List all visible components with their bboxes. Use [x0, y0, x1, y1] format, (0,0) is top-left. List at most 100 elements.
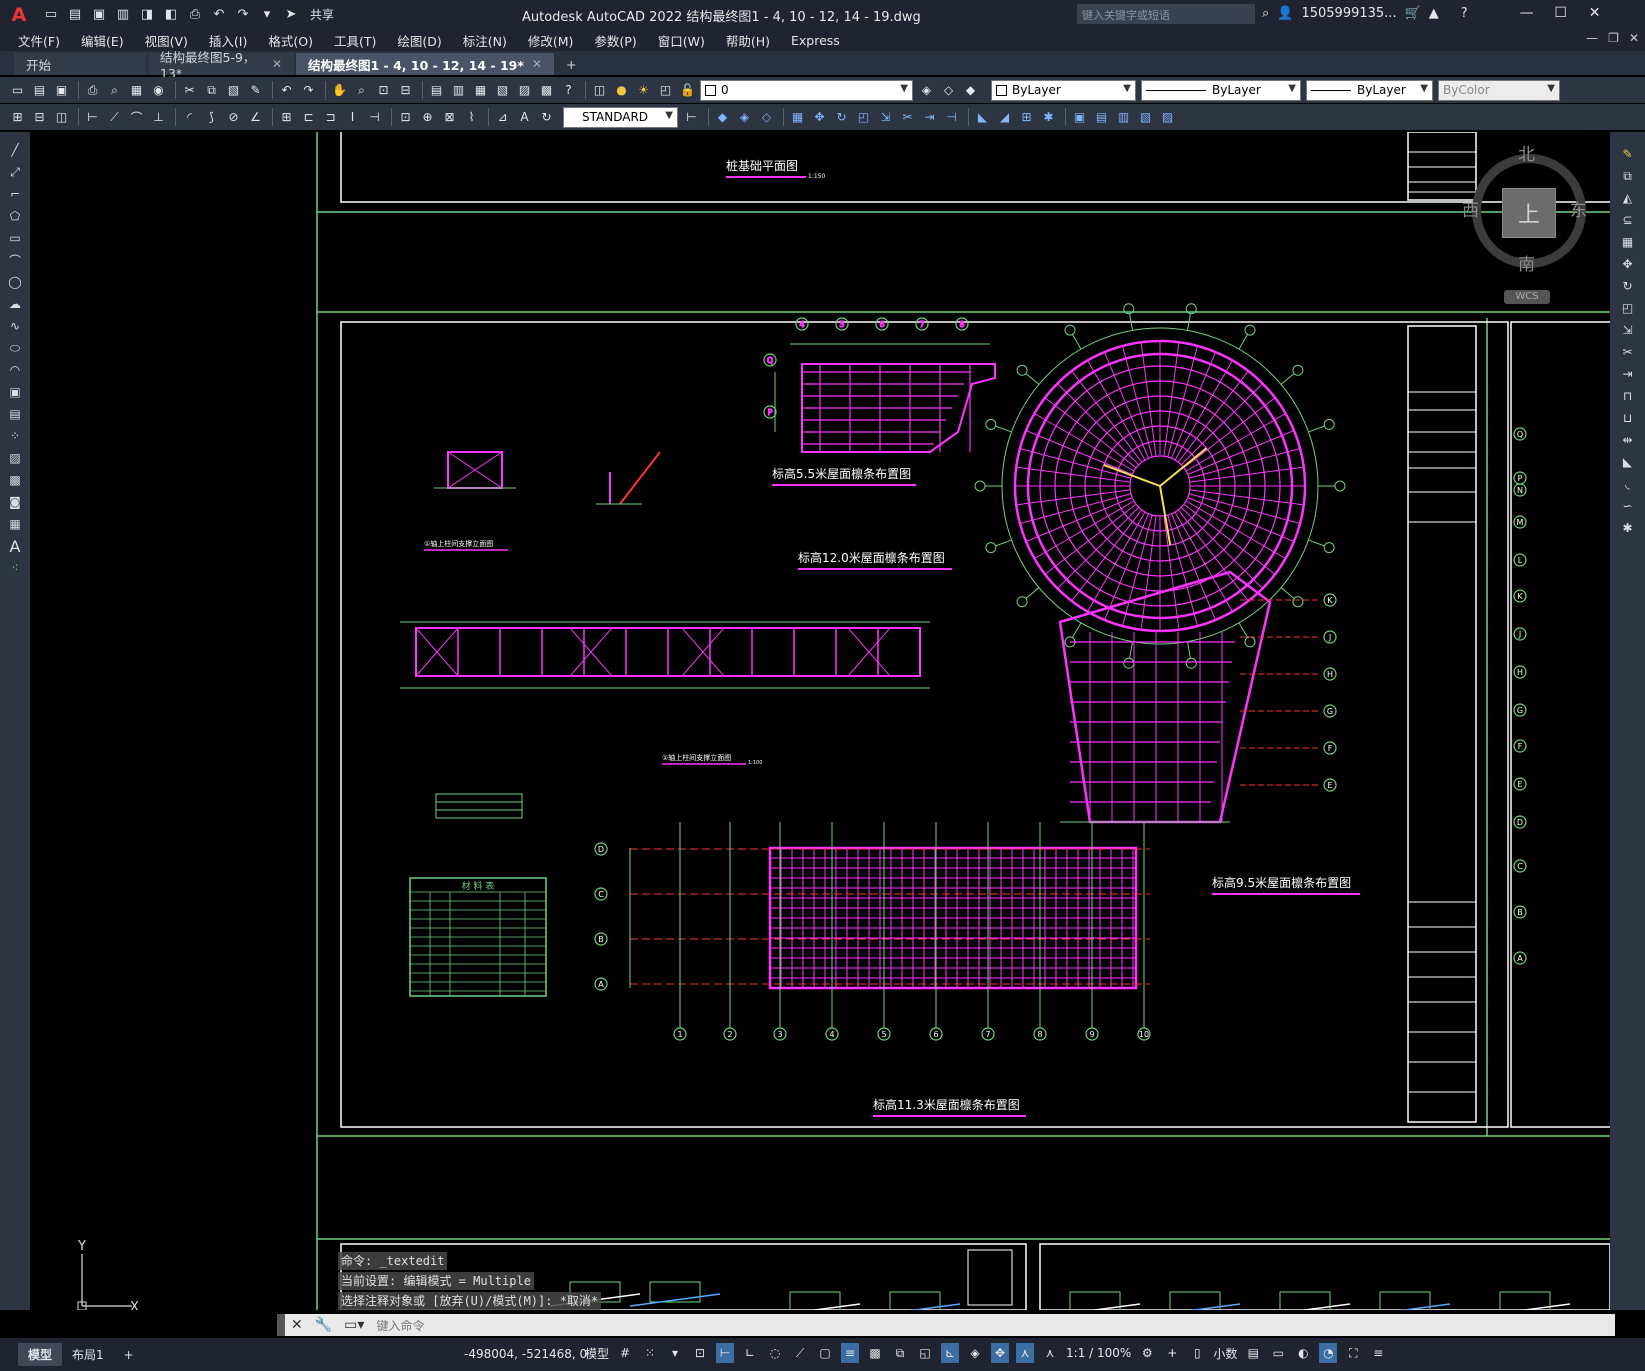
ellipse-arc-icon[interactable]: ◠: [5, 360, 25, 380]
linetype-dropdown[interactable]: ByLayer ▼: [1141, 79, 1301, 101]
arc-icon[interactable]: ⌒: [5, 250, 25, 270]
share-button[interactable]: 共享: [310, 6, 334, 23]
lineweight-dropdown[interactable]: ByLayer ▼: [1306, 79, 1433, 101]
compass-south[interactable]: 南: [1518, 250, 1535, 275]
search-input[interactable]: 键入关键字或短语: [1077, 4, 1255, 24]
dim-continue-icon[interactable]: ⊐: [321, 108, 340, 127]
modify-extend-icon[interactable]: ⇥: [920, 108, 939, 127]
extend-icon[interactable]: ⇥: [1618, 364, 1638, 384]
menu-help[interactable]: 帮助(H): [726, 31, 770, 50]
menu-window[interactable]: 窗口(W): [658, 31, 705, 50]
layout-tab-layout1[interactable]: 布局1: [62, 1343, 114, 1366]
tool-palettes-icon[interactable]: ▦: [471, 81, 490, 100]
xref-icon[interactable]: ▧: [1136, 108, 1155, 127]
dim-space-icon[interactable]: Ι: [343, 108, 362, 127]
customize-status-icon[interactable]: ≡: [1369, 1343, 1387, 1363]
modify-mirror-icon[interactable]: ◈: [735, 108, 754, 127]
save-icon[interactable]: ▣: [52, 81, 71, 100]
user-icon[interactable]: 👤: [1277, 6, 1293, 21]
clean-screen-icon[interactable]: ⛶: [1344, 1343, 1362, 1363]
menu-tools[interactable]: 工具(T): [334, 31, 376, 50]
menu-file[interactable]: 文件(F): [18, 31, 60, 50]
layer-states-icon[interactable]: ◆: [961, 81, 980, 100]
dim-radius-icon[interactable]: ◜: [180, 108, 199, 127]
circle-icon[interactable]: ◯: [5, 272, 25, 292]
compass-east[interactable]: 东: [1570, 196, 1587, 221]
construction-line-icon[interactable]: ⤢: [5, 162, 25, 182]
quick-dimension-icon[interactable]: ⊞: [277, 108, 296, 127]
help-icon[interactable]: ?: [1461, 6, 1468, 21]
modify-join-icon[interactable]: ⊞: [1017, 108, 1036, 127]
grid-icon[interactable]: #: [616, 1343, 634, 1363]
open-file-icon[interactable]: ▤: [66, 6, 84, 24]
hardware-acceleration-icon[interactable]: ◔: [1319, 1343, 1338, 1363]
dim-text-edit-icon[interactable]: A: [515, 108, 534, 127]
menu-parametric[interactable]: 参数(P): [594, 31, 636, 50]
menu-modify[interactable]: 修改(M): [528, 31, 574, 50]
maximize-button[interactable]: ☐: [1548, 5, 1574, 21]
zoom-realtime-icon[interactable]: ⌕: [352, 81, 371, 100]
isodraft-icon[interactable]: ◌: [766, 1343, 784, 1363]
dim-break-icon[interactable]: ⊣: [365, 108, 384, 127]
modify-explode-icon[interactable]: ✱: [1039, 108, 1058, 127]
osnap-icon[interactable]: ▢: [816, 1343, 834, 1363]
trim-icon[interactable]: ✂: [1618, 342, 1638, 362]
workspace-icon[interactable]: ⚙: [1138, 1343, 1156, 1363]
redo-icon[interactable]: ↷: [299, 81, 318, 100]
save-icon[interactable]: ▣: [90, 6, 108, 24]
rotate-icon[interactable]: ↻: [1618, 276, 1638, 296]
sheet-set-icon[interactable]: ▧: [493, 81, 512, 100]
dim-style-icon[interactable]: ⊢: [682, 108, 701, 127]
ortho-icon[interactable]: ⊢: [716, 1343, 735, 1363]
web-save-icon[interactable]: ◧: [162, 6, 180, 24]
modify-trim-icon[interactable]: ✂: [898, 108, 917, 127]
annotation-monitor-icon[interactable]: +: [1163, 1343, 1181, 1363]
menu-draw[interactable]: 绘图(D): [397, 31, 441, 50]
compass-north[interactable]: 北: [1518, 140, 1535, 165]
snap-icon[interactable]: ⁙: [641, 1343, 659, 1363]
ellipse-icon[interactable]: ⬭: [5, 338, 25, 358]
dim-ordinate-icon[interactable]: ⊥: [149, 108, 168, 127]
open-icon[interactable]: ▤: [30, 81, 49, 100]
layer-previous-icon[interactable]: ◇: [939, 81, 958, 100]
dim-diameter-icon[interactable]: ⊘: [224, 108, 243, 127]
modify-chamfer-icon[interactable]: ◣: [973, 108, 992, 127]
undo-icon[interactable]: ↶: [210, 6, 228, 24]
auto-scale-icon[interactable]: ⋏: [1041, 1343, 1059, 1363]
autodesk-account-icon[interactable]: ▲: [1429, 6, 1439, 21]
cut-icon[interactable]: ✂: [180, 81, 199, 100]
tolerance-icon[interactable]: ⊡: [396, 108, 415, 127]
modify-array-icon[interactable]: ▦: [788, 108, 807, 127]
user-name[interactable]: 1505999135...: [1301, 6, 1396, 21]
modify-move-icon[interactable]: ✥: [810, 108, 829, 127]
make-current-layer-icon[interactable]: ◈: [917, 81, 936, 100]
close-tab-icon[interactable]: ✕: [532, 57, 542, 71]
undo-icon[interactable]: ↶: [277, 81, 296, 100]
doc-close-button[interactable]: ✕: [1629, 31, 1639, 45]
redo-icon[interactable]: ↷: [234, 6, 252, 24]
share-icon[interactable]: ➤: [282, 6, 300, 24]
center-mark-icon[interactable]: ⊕: [418, 108, 437, 127]
move-icon[interactable]: ✥: [1618, 254, 1638, 274]
tab-start[interactable]: 开始: [14, 53, 146, 75]
dim-edit-icon[interactable]: ⊿: [493, 108, 512, 127]
new-icon[interactable]: ▭: [8, 81, 27, 100]
menu-edit[interactable]: 编辑(E): [81, 31, 124, 50]
block-edit-icon[interactable]: ▥: [1114, 108, 1133, 127]
break-at-point-icon[interactable]: ⊓: [1618, 386, 1638, 406]
drawing-canvas[interactable]: 4 5 6 7 8 Q P K J H G F E D C B A 1 2 3 4 5 6 7 8 9 10: [30, 132, 1610, 1310]
calculator-icon[interactable]: ▩: [537, 81, 556, 100]
pan-icon[interactable]: ✋: [330, 81, 349, 100]
polyline-icon[interactable]: ⌐: [5, 184, 25, 204]
command-input[interactable]: 键入命令: [376, 1317, 424, 1334]
plotstyle-dropdown[interactable]: ByColor ▼: [1438, 79, 1560, 101]
tab-drawing-5-9[interactable]: 结构最终图5-9，13* ✕: [148, 50, 294, 81]
customize-icon[interactable]: 🔧: [315, 1317, 332, 1333]
erase-icon[interactable]: ✎: [1618, 144, 1638, 164]
copy-icon[interactable]: ⧉: [202, 81, 221, 100]
qat-dropdown-icon[interactable]: ▾: [258, 6, 276, 24]
dim-baseline-icon[interactable]: ⊏: [299, 108, 318, 127]
dim-aligned-icon[interactable]: ⟋: [105, 108, 124, 127]
design-center-icon[interactable]: ▥: [449, 81, 468, 100]
web-open-icon[interactable]: ◨: [138, 6, 156, 24]
